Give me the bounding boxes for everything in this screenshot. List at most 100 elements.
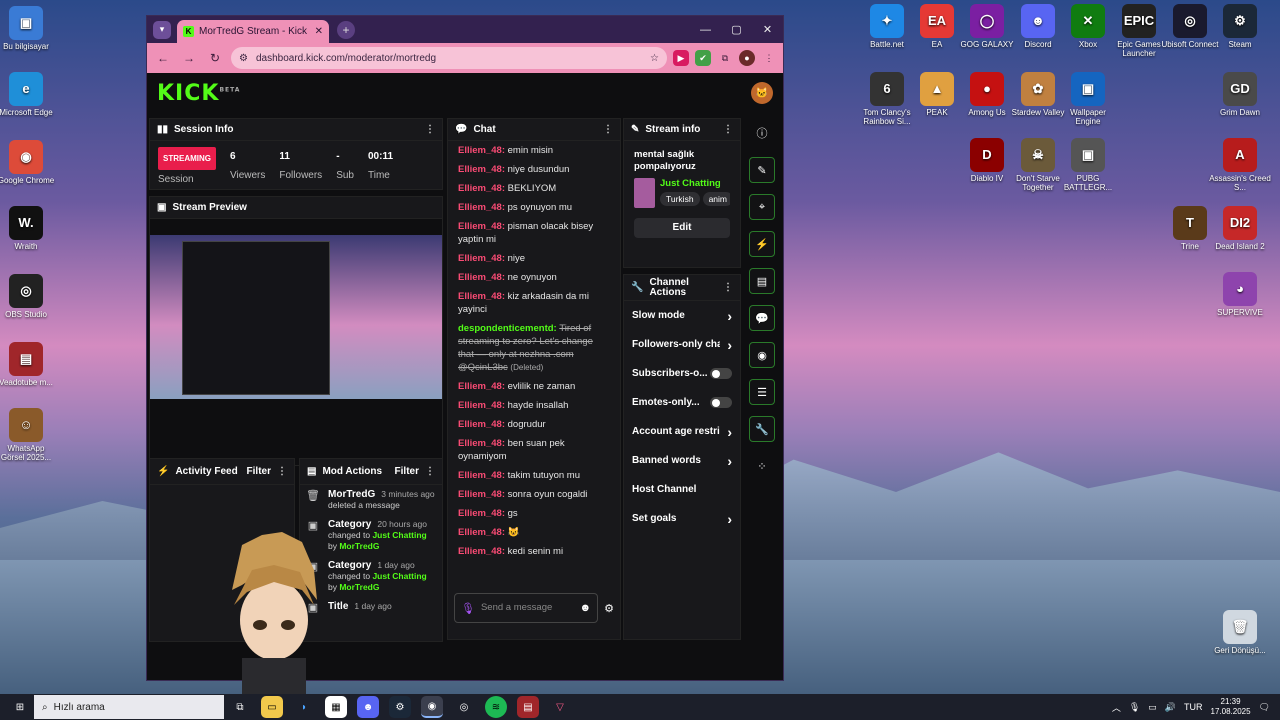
chat-username[interactable]: Elliem_48: — [458, 183, 508, 194]
taskbar-search[interactable]: ⌕ Hızlı arama — [34, 695, 224, 719]
notifications-icon[interactable]: 🗨 — [1259, 702, 1270, 713]
list-icon[interactable]: ▤ — [749, 268, 775, 294]
desktop-icon-right-12[interactable]: ▣ Wallpaper Engine — [1057, 72, 1119, 126]
lightning-rail-icon[interactable]: ⚡ — [749, 231, 775, 257]
chat-username[interactable]: despondenticementd: — [458, 323, 559, 334]
stream-video[interactable] — [150, 235, 442, 399]
close-tab-icon[interactable]: ✕ — [315, 26, 323, 37]
desktop-icon-right-20[interactable]: ◕ SUPERVIVE — [1209, 272, 1271, 317]
profile-avatar-icon[interactable]: ● — [739, 50, 755, 66]
info-icon[interactable]: ⓘ — [749, 120, 775, 146]
channel-action-row[interactable]: Slow mode › — [624, 301, 740, 330]
spotify-taskbar-icon[interactable]: ≋ — [485, 696, 507, 718]
more-options-icon[interactable]: ⋮ — [723, 124, 733, 135]
back-icon[interactable]: ← — [153, 51, 173, 65]
store-icon[interactable]: ▦ — [325, 696, 347, 718]
channel-action-row[interactable]: Followers-only cha › — [624, 330, 740, 359]
clock[interactable]: 21:39 17.08.2025 — [1211, 697, 1251, 716]
extension-red-icon[interactable]: ▶ — [673, 50, 689, 66]
chat-username[interactable]: Elliem_48: — [458, 438, 508, 449]
desktop-icon-right-7[interactable]: ⚙ Steam — [1209, 4, 1271, 49]
activity-filter-button[interactable]: Filter — [247, 466, 271, 477]
desktop-icon-left-4[interactable]: ◎ OBS Studio — [0, 274, 57, 319]
channel-action-row[interactable]: Host Channel — [624, 475, 740, 504]
network-icon[interactable]: ▭ — [1148, 702, 1157, 713]
more-options-icon[interactable]: ⋮ — [277, 466, 287, 477]
tab-search-icon[interactable]: ▾ — [153, 20, 171, 39]
bookmark-star-icon[interactable]: ☆ — [650, 53, 659, 64]
more-options-icon[interactable]: ⋮ — [425, 124, 435, 135]
chat-username[interactable]: Elliem_48: — [458, 419, 508, 430]
desktop-icon-left-2[interactable]: ◉ Google Chrome — [0, 140, 57, 185]
more-options-icon[interactable]: ⋮ — [425, 466, 435, 477]
more-options-icon[interactable]: ⋮ — [603, 124, 613, 135]
channel-action-row[interactable]: Banned words › — [624, 446, 740, 475]
channel-action-row[interactable]: Emotes-only... — [624, 388, 740, 417]
emoji-icon[interactable]: ☻ — [580, 602, 592, 614]
kick-logo[interactable]: KICKBETA — [157, 81, 240, 106]
channel-action-row[interactable]: Subscribers-o... — [624, 359, 740, 388]
chat-username[interactable]: Elliem_48: — [458, 546, 508, 557]
toggle-switch[interactable] — [710, 397, 732, 408]
task-view-icon[interactable]: ⧉ — [229, 696, 251, 718]
desktop-icon-right-21[interactable]: 🗑 Geri Dönüşü... — [1209, 610, 1271, 655]
desktop-icon-left-1[interactable]: e Microsoft Edge — [0, 72, 57, 117]
volume-icon[interactable]: 🔊 — [1165, 702, 1176, 713]
mic-tray-icon[interactable]: 🎙 — [1129, 702, 1140, 713]
steam-taskbar-icon[interactable]: ⚙ — [389, 696, 411, 718]
chat-username[interactable]: Elliem_48: — [458, 164, 508, 175]
chat-username[interactable]: Elliem_48: — [458, 527, 508, 538]
file-explorer-icon[interactable]: ▭ — [261, 696, 283, 718]
browser-menu-icon[interactable]: ⋮ — [761, 50, 777, 66]
chat-username[interactable]: Elliem_48: — [458, 145, 508, 156]
user-avatar[interactable]: 🐱 — [751, 82, 773, 104]
desktop-icon-right-13[interactable]: GD Grim Dawn — [1209, 72, 1271, 117]
desktop-icon-left-3[interactable]: W. Wraith — [0, 206, 57, 251]
channel-action-row[interactable]: Set goals › — [624, 504, 740, 533]
edge-taskbar-icon[interactable]: ◗ — [293, 696, 315, 718]
mod-filter-button[interactable]: Filter — [395, 466, 419, 477]
url-field[interactable]: ⚙ dashboard.kick.com/moderator/mortredg … — [231, 47, 667, 69]
new-tab-button[interactable]: + — [337, 20, 355, 39]
more-options-icon[interactable]: ⋮ — [723, 282, 733, 293]
language-indicator[interactable]: TUR — [1184, 702, 1203, 712]
desktop-icon-left-6[interactable]: ☺ WhatsApp Görsel 2025... — [0, 408, 57, 462]
windows-start-icon[interactable]: ⊞ — [9, 696, 31, 718]
chat-username[interactable]: Elliem_48: — [458, 272, 508, 283]
winrar-taskbar-icon[interactable]: ▤ — [517, 696, 539, 718]
edit-stream-button[interactable]: Edit — [634, 217, 730, 238]
extension-green-icon[interactable]: ✔ — [695, 50, 711, 66]
tab-kick-dashboard[interactable]: K MorTredG Stream - Kick Dashbo ✕ — [177, 20, 329, 43]
chat-username[interactable]: Elliem_48: — [458, 291, 508, 302]
desktop-icon-left-5[interactable]: ▤ Veadotube m... — [0, 342, 57, 387]
vtuber-app-taskbar-icon[interactable]: ▽ — [549, 696, 571, 718]
site-info-icon[interactable]: ⚙ — [239, 53, 248, 64]
layers-icon[interactable]: ☰ — [749, 379, 775, 405]
chevron-up-icon[interactable]: ︿ — [1112, 701, 1121, 714]
discord-taskbar-icon[interactable]: ☻ — [357, 696, 379, 718]
chat-username[interactable]: Elliem_48: — [458, 202, 508, 213]
chat-username[interactable]: Elliem_48: — [458, 508, 508, 519]
desktop-icon-right-19[interactable]: DI2 Dead Island 2 — [1209, 206, 1271, 251]
chat-input[interactable]: 🎙 Send a message ☻ — [454, 593, 599, 623]
channel-action-row[interactable]: Account age restric › — [624, 417, 740, 446]
edit-pencil-icon[interactable]: ✎ — [749, 157, 775, 183]
mic-icon[interactable]: 🎙 — [461, 602, 475, 615]
desktop-icon-right-16[interactable]: ▣ PUBG BATTLEGR... — [1057, 138, 1119, 192]
minimize-icon[interactable]: — — [690, 16, 721, 43]
desktop-icon-right-17[interactable]: A Assassin's Creed S... — [1209, 138, 1271, 192]
chat-rail-icon[interactable]: 💬 — [749, 305, 775, 331]
reload-icon[interactable]: ↻ — [205, 51, 225, 65]
chat-username[interactable]: Elliem_48: — [458, 400, 508, 411]
chat-username[interactable]: Elliem_48: — [458, 381, 508, 392]
toggle-switch[interactable] — [710, 368, 732, 379]
close-window-icon[interactable]: ✕ — [752, 16, 783, 43]
desktop-icon-left-0[interactable]: ▣ Bu bilgisayar — [0, 6, 57, 51]
chat-username[interactable]: Elliem_48: — [458, 489, 508, 500]
chat-username[interactable]: Elliem_48: — [458, 470, 508, 481]
obs-taskbar-icon[interactable]: ◎ — [453, 696, 475, 718]
broadcast-icon[interactable]: ◉ — [749, 342, 775, 368]
chat-username[interactable]: Elliem_48: — [458, 221, 508, 232]
extensions-puzzle-icon[interactable]: ⧉ — [717, 50, 733, 66]
chrome-taskbar-icon[interactable]: ◉ — [421, 696, 443, 718]
